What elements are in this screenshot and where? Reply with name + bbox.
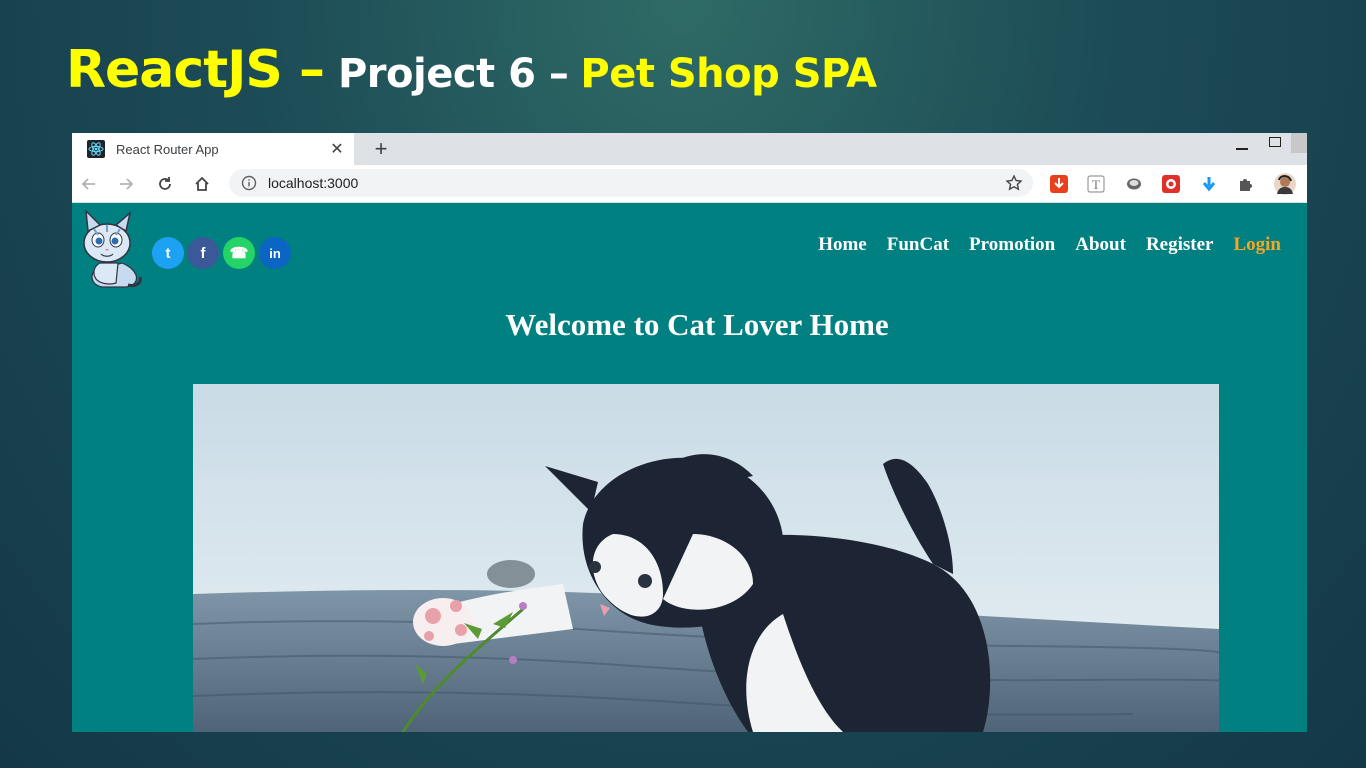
kitten-photo <box>193 384 1219 732</box>
home-icon[interactable] <box>191 173 213 195</box>
nav-login[interactable]: Login <box>1233 234 1281 256</box>
reload-icon[interactable] <box>154 173 176 195</box>
tab-title: React Router App <box>116 141 219 157</box>
circle-extension-icon[interactable] <box>1124 174 1144 194</box>
whatsapp-glyph: ☎ <box>229 245 249 262</box>
minimize-icon[interactable] <box>1234 139 1250 155</box>
back-arrow-icon[interactable] <box>78 173 100 195</box>
info-icon[interactable] <box>241 175 257 191</box>
nav-about[interactable]: About <box>1075 234 1126 256</box>
nav-funcat[interactable]: FunCat <box>887 234 949 256</box>
slide-title: ReactJS – Project 6 – Pet Shop SPA <box>66 40 877 104</box>
main-nav: Home FunCat Promotion About Register Log… <box>818 234 1281 256</box>
twitter-icon[interactable]: t <box>152 237 184 269</box>
bookmark-star-icon[interactable] <box>1005 174 1023 192</box>
nav-home[interactable]: Home <box>818 234 867 256</box>
url-text: localhost:3000 <box>268 175 359 191</box>
nav-promotion[interactable]: Promotion <box>969 234 1055 256</box>
address-bar[interactable]: localhost:3000 <box>229 169 1033 197</box>
facebook-glyph: f <box>200 244 206 262</box>
slide-title-reactjs: ReactJS – <box>66 40 325 100</box>
twitter-glyph: t <box>165 244 171 262</box>
linkedin-icon[interactable]: in <box>259 237 291 269</box>
facebook-icon[interactable]: f <box>187 237 219 269</box>
profile-avatar[interactable] <box>1273 172 1297 196</box>
browser-window: React Router App ✕ + localhost:3000 T t … <box>72 133 1307 732</box>
red-extension-icon[interactable] <box>1161 174 1181 194</box>
nav-register[interactable]: Register <box>1146 234 1214 256</box>
restore-icon[interactable] <box>1266 135 1282 151</box>
react-icon <box>87 140 105 158</box>
close-tab-icon[interactable]: ✕ <box>328 140 346 158</box>
whatsapp-icon[interactable]: ☎ <box>223 237 255 269</box>
svg-text:T: T <box>1092 177 1100 192</box>
blue-arrow-extension-icon[interactable] <box>1199 174 1219 194</box>
puzzle-icon[interactable] <box>1236 174 1256 194</box>
browser-toolbar: localhost:3000 T <box>72 165 1307 203</box>
page-content: t f ☎ in Home FunCat Promotion About Reg… <box>72 203 1307 732</box>
forward-arrow-icon[interactable] <box>115 173 137 195</box>
slide-title-project: Project 6 – <box>337 51 569 97</box>
download-extension-icon[interactable] <box>1049 174 1069 194</box>
text-extension-icon[interactable]: T <box>1086 174 1106 194</box>
tab-strip: React Router App ✕ + <box>72 133 1307 165</box>
new-tab-icon[interactable]: + <box>370 136 392 161</box>
linkedin-glyph: in <box>269 245 281 261</box>
slide-title-name: Pet Shop SPA <box>580 51 877 97</box>
tab-react-router-app[interactable]: React Router App ✕ <box>72 133 354 165</box>
cat-logo[interactable] <box>80 208 146 293</box>
window-corner <box>1291 133 1307 153</box>
welcome-heading: Welcome to Cat Lover Home <box>505 307 889 342</box>
